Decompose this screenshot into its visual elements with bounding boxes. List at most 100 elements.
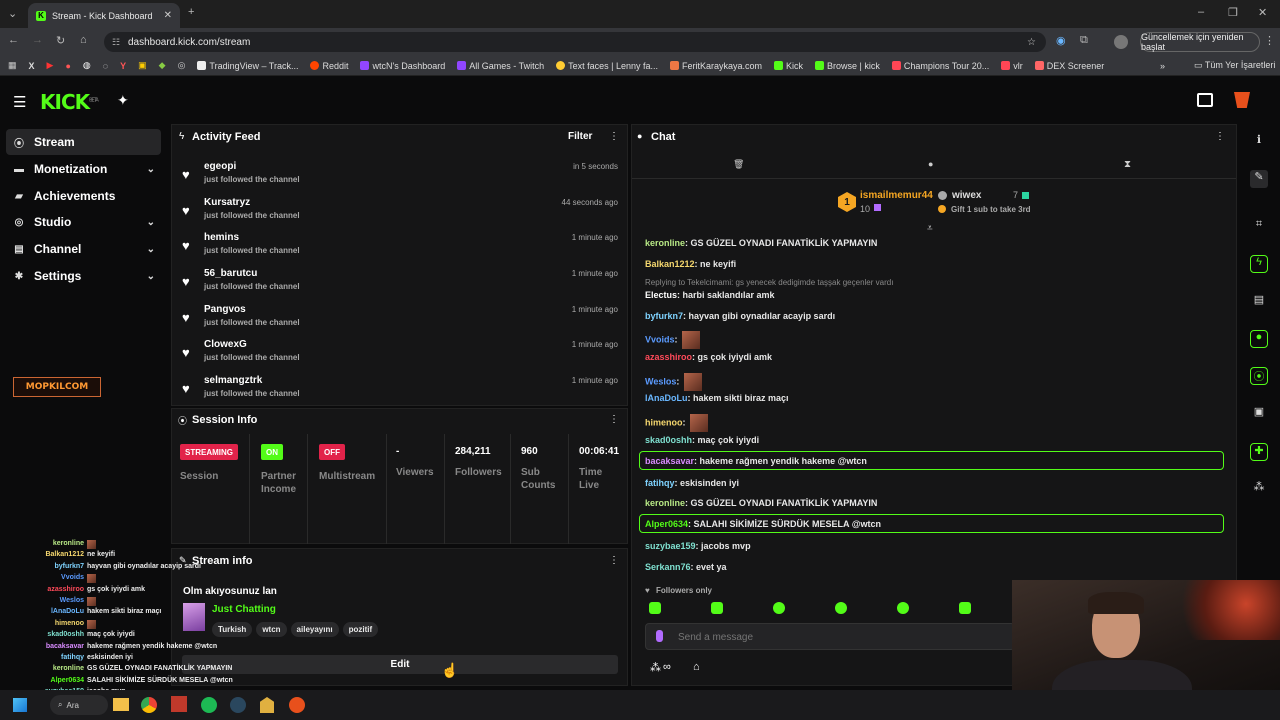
bookmark-x-icon[interactable]: X [29, 61, 35, 71]
chat-username[interactable]: suzybae159 [645, 541, 696, 551]
chat-username[interactable]: Electus [645, 290, 677, 300]
emote-icon[interactable] [897, 602, 909, 614]
bookmark-y-icon[interactable]: Y [120, 61, 126, 71]
forward-icon[interactable]: → [32, 34, 43, 46]
sidebar-item-settings[interactable]: ✱ Settings ⌄ [6, 263, 161, 289]
chat-username[interactable]: Balkan1212 [645, 259, 695, 269]
more-options-icon[interactable]: ⋮ [609, 414, 619, 425]
chat-username[interactable]: himenoo [645, 417, 683, 427]
minimize-icon[interactable]: – [1198, 6, 1204, 18]
emote-picker-icon[interactable]: ⁂ [650, 661, 661, 674]
bookmark-item[interactable]: Browse | kick [815, 60, 880, 71]
bookmark-youtube-icon[interactable]: ▶ [47, 60, 54, 71]
tag-pill[interactable]: wtcn [256, 622, 287, 637]
chat-message-input[interactable] [678, 629, 998, 645]
bookmark-icon-8[interactable]: ◆ [159, 60, 166, 71]
bookmark-item[interactable]: Kick [774, 60, 803, 71]
chat-username[interactable]: Vvoids [645, 334, 675, 344]
steam-icon[interactable] [230, 697, 246, 713]
chat-input-box[interactable] [645, 623, 1015, 650]
new-tab-icon[interactable]: + [188, 6, 194, 18]
update-restart-button[interactable]: Güncellemek için yeniden başlat [1140, 32, 1260, 52]
reload-icon[interactable]: ↻ [56, 34, 65, 47]
bookmarks-overflow-icon[interactable]: » [1160, 61, 1165, 71]
lightning-icon[interactable]: ϟ [1250, 255, 1268, 273]
browser-menu-icon[interactable]: ⋮ [1264, 34, 1275, 47]
more-options-icon[interactable]: ⋮ [609, 555, 619, 566]
studio-wand-icon[interactable]: ✦ [117, 92, 129, 109]
bookmark-icon-4[interactable]: ◍ [83, 60, 91, 71]
app-icon[interactable] [171, 696, 187, 712]
store-icon[interactable]: ⌂ [693, 661, 700, 673]
sidebar-item-stream[interactable]: ⦿ Stream [6, 129, 161, 155]
bookmark-icon-9[interactable]: ◎ [178, 60, 186, 71]
sidebar-item-channel[interactable]: ▤ Channel ⌄ [6, 236, 161, 262]
extensions-puzzle-icon[interactable]: ⧉ [1080, 34, 1088, 47]
chat-icon[interactable]: ● [928, 159, 933, 169]
document-icon[interactable]: ▤ [1250, 293, 1268, 311]
chrome-icon[interactable] [141, 697, 157, 713]
bookmark-icon-5[interactable]: ◌ [103, 61, 108, 71]
microphone-icon[interactable] [656, 630, 663, 642]
address-bar[interactable]: ☷ dashboard.kick.com/stream ☆ [104, 32, 1046, 52]
top-gifter-name[interactable]: ismailmemur44 [860, 190, 933, 201]
chat-icon[interactable]: ● [1250, 330, 1268, 348]
bookmark-star-icon[interactable]: ☆ [1027, 37, 1036, 48]
tag-pill[interactable]: pozitif [342, 622, 379, 637]
wrench-icon[interactable]: ✚ [1250, 443, 1268, 461]
bookmark-icon-7[interactable]: ▣ [138, 60, 147, 71]
browser-tab[interactable]: K Stream - Kick Dashboard ✕ [28, 3, 180, 28]
emote-icon[interactable] [773, 602, 785, 614]
home-icon[interactable]: ⌂ [80, 34, 87, 46]
hamburger-menu-icon[interactable]: ☰ [13, 93, 26, 111]
taskbar-search[interactable]: ⌕ Ara [50, 695, 108, 715]
site-info-icon[interactable]: ☷ [112, 37, 120, 48]
filter-button[interactable]: Filter [568, 131, 592, 142]
collapse-icon[interactable]: ⩡ [927, 223, 933, 234]
back-icon[interactable]: ← [8, 34, 19, 46]
chat-username[interactable]: keronline [645, 498, 685, 508]
bookmark-item[interactable]: wtcN's Dashboard [360, 60, 445, 71]
apps-icon[interactable]: ⁂ [1250, 480, 1268, 498]
emote-icon[interactable] [835, 602, 847, 614]
app-icon[interactable] [260, 697, 274, 713]
sidebar-item-monetization[interactable]: ▬ Monetization ⌄ [6, 156, 161, 182]
bookmark-item[interactable]: All Games - Twitch [457, 60, 544, 71]
crop-icon[interactable]: ⌗ [1250, 218, 1268, 236]
windows-start-icon[interactable] [13, 698, 27, 712]
chat-username[interactable]: skad0oshh [645, 435, 692, 445]
mode-toggle-icon[interactable] [1197, 93, 1213, 107]
bookmark-item[interactable]: DEX Screener [1034, 60, 1104, 71]
emote-icon[interactable] [959, 602, 971, 614]
tag-pill[interactable]: aileyayını [290, 622, 339, 637]
second-gifter-name[interactable]: wiwex [952, 190, 981, 201]
sidebar-item-achievements[interactable]: ▰ Achievements [6, 183, 161, 209]
more-options-icon[interactable]: ⋮ [609, 131, 619, 142]
pencil-icon[interactable]: ✎ [1250, 170, 1268, 188]
all-bookmarks[interactable]: ▭ Tüm Yer İşaretleri [1194, 60, 1275, 71]
chat-username[interactable]: Alper0634 [645, 519, 688, 529]
file-explorer-icon[interactable] [113, 698, 129, 711]
edit-stream-button[interactable]: Edit [182, 655, 618, 674]
spotify-icon[interactable] [201, 697, 217, 713]
app-icon[interactable] [289, 697, 305, 713]
tab-close-icon[interactable]: ✕ [164, 10, 172, 21]
bookmark-icon-3[interactable]: ● [65, 61, 70, 71]
promo-banner[interactable]: MOPKILCOM [13, 377, 101, 397]
chat-username[interactable]: Serkann76 [645, 562, 691, 572]
kick-logo[interactable]: KICKBETA [40, 90, 99, 114]
bookmark-item[interactable]: TradingView – Track... [197, 60, 298, 71]
chat-username[interactable]: Weslos [645, 376, 676, 386]
profile-avatar[interactable] [1114, 35, 1128, 49]
maximize-icon[interactable]: ❐ [1228, 6, 1238, 19]
window-close-icon[interactable]: ✕ [1258, 6, 1267, 19]
info-icon[interactable]: ℹ [1250, 133, 1268, 151]
bookmark-item[interactable]: vlr [1001, 60, 1023, 71]
printer-icon[interactable]: ▣ [1250, 405, 1268, 423]
chat-username[interactable]: keronline [645, 238, 685, 248]
sidebar-item-studio[interactable]: ◎ Studio ⌄ [6, 209, 161, 235]
tab-search-icon[interactable]: ⌄ [8, 7, 17, 20]
hourglass-icon[interactable]: ⧗ [1124, 159, 1131, 170]
chat-username[interactable]: lAnaDoLu [645, 393, 688, 403]
trash-icon[interactable]: 🗑︎ [733, 159, 744, 170]
